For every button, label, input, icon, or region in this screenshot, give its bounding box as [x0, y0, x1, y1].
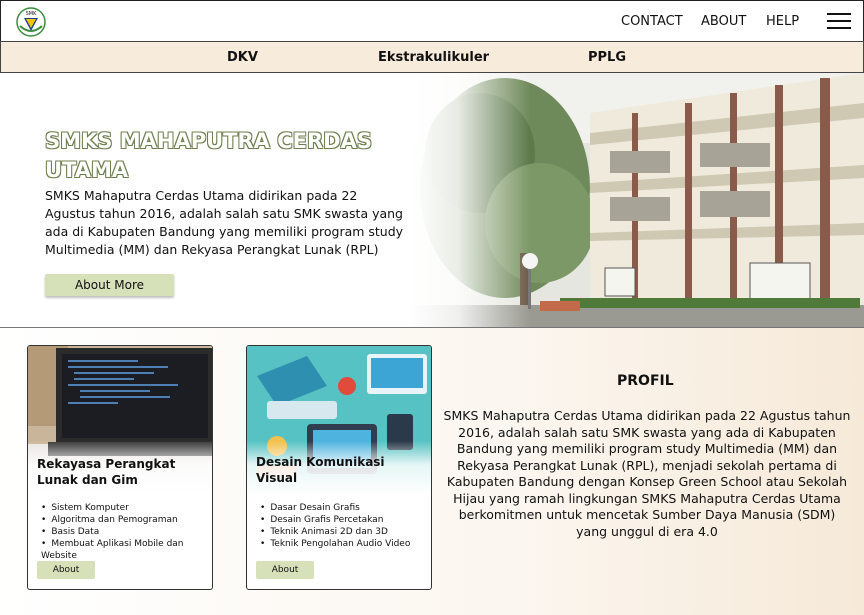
photo-fade-overlay [410, 73, 530, 327]
hamburger-menu-icon[interactable] [827, 13, 851, 31]
list-item: Algoritma dan Pemograman [41, 514, 211, 526]
svg-text:SMK: SMK [26, 11, 37, 17]
card-about-button[interactable]: About [37, 561, 95, 579]
card-title: Desain Komunikasi Visual [256, 455, 385, 485]
school-logo[interactable]: SMK [15, 6, 47, 37]
programs-section: Rekayasa Perangkat Lunak dan Gim Sistem … [0, 328, 864, 615]
hero-title: SMKS MAHAPUTRA CERDAS UTAMA [45, 129, 372, 182]
list-item: Dasar Desain Grafis [260, 502, 430, 514]
program-subnav: DKV Ekstrakulikuler PPLG [0, 41, 864, 73]
subnav-pplg[interactable]: PPLG [588, 50, 626, 65]
card-topic-list: Dasar Desain Grafis Desain Grafis Percet… [260, 502, 430, 550]
nav-help-link[interactable]: HELP [766, 14, 799, 29]
card-topic-list: Sistem Komputer Algoritma dan Pemograman… [41, 502, 211, 562]
nav-about-link[interactable]: ABOUT [701, 14, 746, 29]
profil-heading: PROFIL [617, 373, 674, 389]
subnav-dkv[interactable]: DKV [227, 50, 258, 65]
list-item: Teknik Pengolahan Audio Video [260, 538, 430, 550]
list-item: Sistem Komputer [41, 502, 211, 514]
top-navbar: SMK CONTACT ABOUT HELP [0, 0, 864, 42]
nav-contact-link[interactable]: CONTACT [621, 14, 683, 29]
profil-description: SMKS Mahaputra Cerdas Utama didirikan pa… [443, 408, 851, 539]
list-item: Teknik Animasi 2D dan 3D [260, 526, 430, 538]
program-card-dkv: Desain Komunikasi Visual Dasar Desain Gr… [246, 345, 432, 590]
list-item: Desain Grafis Percetakan [260, 514, 430, 526]
card-title: Rekayasa Perangkat Lunak dan Gim [37, 457, 176, 487]
subnav-ekstrakulikuler[interactable]: Ekstrakulikuler [378, 50, 489, 65]
program-card-rpl: Rekayasa Perangkat Lunak dan Gim Sistem … [27, 345, 213, 590]
hero-description: SMKS Mahaputra Cerdas Utama didirikan pa… [45, 188, 404, 257]
list-item: Membuat Aplikasi Mobile dan Website [41, 538, 211, 562]
card-about-button[interactable]: About [256, 561, 314, 579]
about-more-button[interactable]: About More [45, 274, 174, 296]
hero-section: SMKS MAHAPUTRA CERDAS UTAMA SMKS Mahaput… [0, 73, 864, 328]
list-item: Basis Data [41, 526, 211, 538]
